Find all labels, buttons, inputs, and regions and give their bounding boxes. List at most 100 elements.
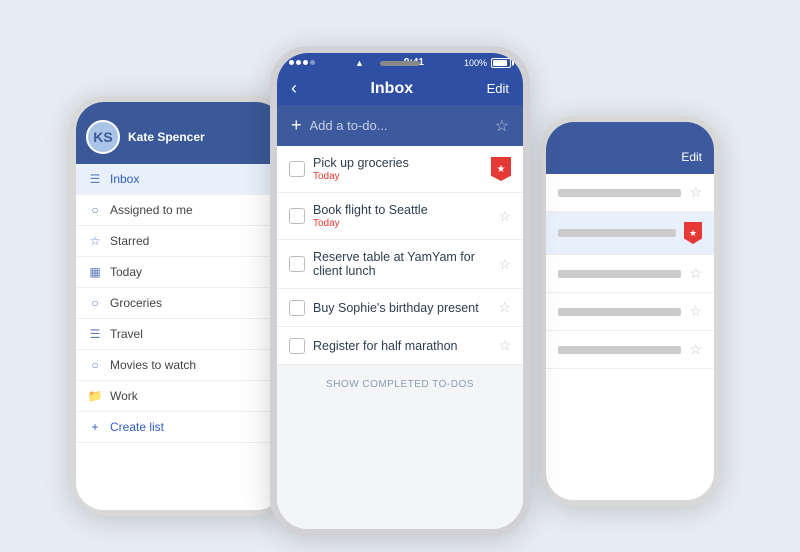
- todo-checkbox[interactable]: [289, 161, 305, 177]
- sidebar-item-label: Groceries: [110, 296, 162, 310]
- signal-dots: [289, 60, 315, 65]
- todo-item-marathon[interactable]: Register for half marathon ☆: [277, 327, 523, 365]
- todo-item-birthday[interactable]: Buy Sophie's birthday present ☆: [277, 289, 523, 327]
- star-icon[interactable]: ☆: [498, 299, 511, 316]
- todo-content: Buy Sophie's birthday present: [313, 301, 490, 315]
- todo-checkbox[interactable]: [289, 256, 305, 272]
- side-button-left: [270, 143, 274, 169]
- sidebar-item-label: Inbox: [110, 172, 139, 186]
- right-row-text: [558, 346, 681, 354]
- sidebar-item-label: Movies to watch: [110, 358, 196, 372]
- sidebar-item-inbox[interactable]: ☰ Inbox: [76, 164, 284, 195]
- todo-right: ☆: [498, 256, 511, 273]
- sidebar-item-label: Starred: [110, 234, 149, 248]
- todo-checkbox[interactable]: [289, 338, 305, 354]
- back-button[interactable]: ‹: [291, 78, 297, 99]
- star-icon[interactable]: ☆: [498, 256, 511, 273]
- star-icon[interactable]: ☆: [689, 303, 702, 320]
- right-row-text: [558, 189, 681, 197]
- add-star-icon[interactable]: ☆: [495, 116, 509, 136]
- right-row-1: ☆: [546, 174, 714, 212]
- todo-content: Reserve table at YamYam for client lunch: [313, 250, 490, 278]
- top-nav: ‹ Inbox Edit: [277, 72, 523, 105]
- star-icon[interactable]: ☆: [689, 184, 702, 201]
- star-icon[interactable]: ☆: [689, 341, 702, 358]
- todo-right: ★: [491, 157, 511, 181]
- speaker: [380, 61, 420, 66]
- todo-title: Reserve table at YamYam for client lunch: [313, 250, 490, 278]
- sidebar-item-work[interactable]: 📁 Work: [76, 381, 284, 412]
- sidebar-item-assigned[interactable]: ○ Assigned to me: [76, 195, 284, 226]
- screen-left: KS Kate Spencer ☰ Inbox ○ Assigned to me…: [76, 102, 284, 510]
- todo-content: Register for half marathon: [313, 339, 490, 353]
- side-button-right: [717, 232, 720, 272]
- right-edit-button[interactable]: Edit: [681, 150, 702, 164]
- plus-icon: +: [88, 420, 102, 434]
- todo-item-groceries[interactable]: Pick up groceries Today ★: [277, 146, 523, 193]
- movies-icon: ○: [88, 358, 102, 372]
- todo-item-reserve[interactable]: Reserve table at YamYam for client lunch…: [277, 240, 523, 289]
- user-name: Kate Spencer: [128, 130, 205, 144]
- side-button-right: [526, 163, 530, 203]
- right-row-2: ★: [546, 212, 714, 255]
- todo-title: Register for half marathon: [313, 339, 490, 353]
- sidebar-item-label: Create list: [110, 420, 164, 434]
- travel-icon: ☰: [88, 327, 102, 341]
- sidebar-item-create[interactable]: + Create list: [76, 412, 284, 443]
- sidebar-item-movies[interactable]: ○ Movies to watch: [76, 350, 284, 381]
- battery-fill: [493, 60, 507, 66]
- right-row-4: ☆: [546, 293, 714, 331]
- sidebar-header: KS Kate Spencer: [76, 102, 284, 164]
- todo-item-flight[interactable]: Book flight to Seattle Today ☆: [277, 193, 523, 240]
- dot-1: [289, 60, 294, 65]
- assigned-icon: ○: [88, 203, 102, 217]
- star-icon[interactable]: ☆: [689, 265, 702, 282]
- battery-percent: 100%: [464, 58, 487, 68]
- right-header: Edit: [546, 122, 714, 174]
- star-icon[interactable]: ☆: [498, 208, 511, 225]
- right-row-3: ☆: [546, 255, 714, 293]
- scene: KS Kate Spencer ☰ Inbox ○ Assigned to me…: [50, 16, 750, 536]
- dot-2: [296, 60, 301, 65]
- star-icon[interactable]: ☆: [498, 337, 511, 354]
- todo-list: Pick up groceries Today ★ Book flight to…: [277, 146, 523, 529]
- dot-4: [310, 60, 315, 65]
- side-button-left: [70, 182, 73, 204]
- battery-icon: [491, 58, 511, 68]
- todo-title: Buy Sophie's birthday present: [313, 301, 490, 315]
- work-icon: 📁: [88, 389, 102, 403]
- add-placeholder: Add a to-do...: [310, 118, 388, 133]
- wifi-icon: ▲: [355, 58, 364, 68]
- todo-checkbox[interactable]: [289, 300, 305, 316]
- flag-star: ★: [497, 164, 506, 175]
- flag-icon: ★: [491, 157, 511, 181]
- todo-title: Book flight to Seattle: [313, 203, 490, 217]
- sidebar-item-label: Travel: [110, 327, 143, 341]
- dot-3: [303, 60, 308, 65]
- edit-button[interactable]: Edit: [487, 81, 509, 96]
- phone-right: Edit ☆ ★ ☆ ☆ ☆: [540, 116, 720, 506]
- sidebar-item-starred[interactable]: ☆ Starred: [76, 226, 284, 257]
- phone-center: ▲ 9:41 100% ‹ Inbox Edit + Add a: [270, 46, 530, 536]
- todo-title: Pick up groceries: [313, 156, 483, 170]
- sidebar-item-label: Today: [110, 265, 142, 279]
- sidebar-item-today[interactable]: ▦ Today: [76, 257, 284, 288]
- todo-checkbox[interactable]: [289, 208, 305, 224]
- right-row-text: [558, 308, 681, 316]
- todo-content: Book flight to Seattle Today: [313, 203, 490, 229]
- right-row-text: [558, 229, 676, 237]
- flag-icon: ★: [684, 222, 702, 244]
- sidebar-item-label: Work: [110, 389, 138, 403]
- inbox-icon: ☰: [88, 172, 102, 186]
- todo-subtitle: Today: [313, 218, 490, 229]
- sidebar-item-travel[interactable]: ☰ Travel: [76, 319, 284, 350]
- sidebar-item-groceries[interactable]: ○ Groceries: [76, 288, 284, 319]
- avatar: KS: [86, 120, 120, 154]
- star-icon: ☆: [88, 234, 102, 248]
- add-todo-bar[interactable]: + Add a to-do... ☆: [277, 105, 523, 146]
- add-bar-left: + Add a to-do...: [291, 115, 388, 136]
- add-plus-icon: +: [291, 115, 302, 136]
- phone-left: KS Kate Spencer ☰ Inbox ○ Assigned to me…: [70, 96, 290, 516]
- todo-content: Pick up groceries Today: [313, 156, 483, 182]
- show-completed-button[interactable]: SHOW COMPLETED TO-DOS: [277, 365, 523, 404]
